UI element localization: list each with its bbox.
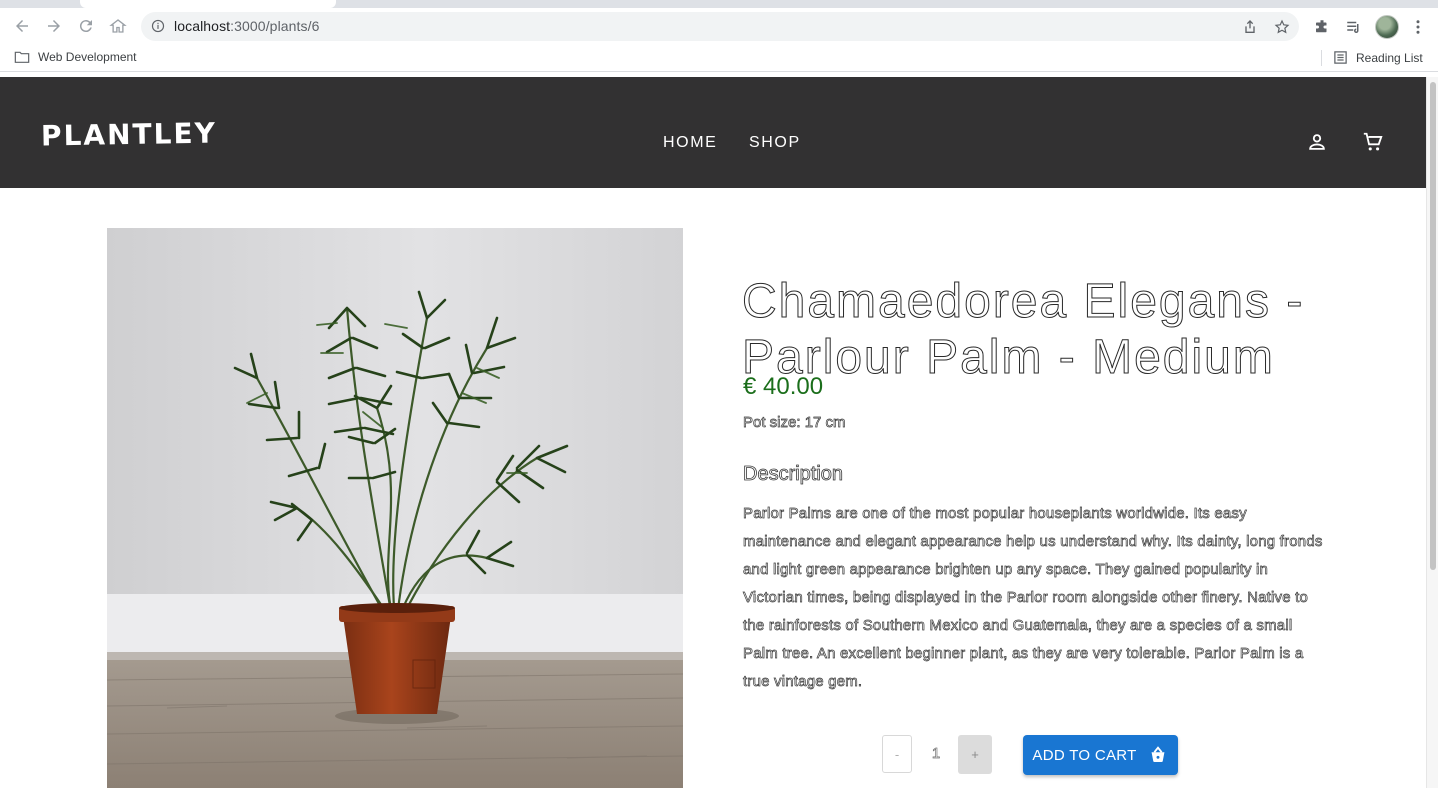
- avatar[interactable]: [1375, 15, 1399, 39]
- reading-list-label: Reading List: [1356, 50, 1423, 65]
- product-image: [107, 228, 683, 788]
- url-host: localhost: [174, 18, 231, 34]
- home-icon[interactable]: [106, 16, 130, 36]
- reading-list-icon: [1334, 51, 1347, 64]
- bookmarks-bar: Web Development Reading List: [0, 45, 1438, 72]
- product-price: € 40.00: [743, 373, 824, 400]
- nav-shop-link[interactable]: SHOP: [749, 134, 801, 152]
- bookmarks-divider: [1321, 50, 1322, 66]
- reload-icon[interactable]: [74, 16, 98, 36]
- back-icon[interactable]: [10, 16, 34, 36]
- quantity-decrease-button[interactable]: -: [882, 735, 912, 773]
- reading-list-button[interactable]: Reading List: [1333, 50, 1423, 65]
- account-icon[interactable]: [1306, 131, 1328, 153]
- nav-home-link[interactable]: HOME: [663, 134, 717, 152]
- info-icon[interactable]: [151, 19, 165, 33]
- star-icon[interactable]: [1274, 19, 1290, 35]
- site-logo[interactable]: PLANTLEY: [41, 116, 217, 152]
- media-icon[interactable]: [1345, 18, 1363, 36]
- folder-icon: [14, 51, 30, 63]
- quantity-value: 1: [931, 745, 941, 763]
- scrollbar-thumb[interactable]: [1430, 82, 1436, 570]
- quantity-increase-button[interactable]: +: [958, 735, 992, 774]
- cart-icon[interactable]: [1362, 131, 1384, 153]
- page-viewport: PLANTLEY HOME SHOP Chamaedorea Elegans -…: [0, 77, 1426, 788]
- browser-toolbar: localhost:3000/plants/6: [0, 8, 1438, 45]
- product-title: Chamaedorea Elegans - Parlour Palm - Med…: [742, 275, 1305, 385]
- url-path: :3000/plants/6: [230, 18, 320, 34]
- url-text[interactable]: localhost:3000/plants/6: [174, 18, 320, 34]
- pot-size: Pot size: 17 cm: [743, 414, 846, 432]
- bookmark-folder[interactable]: Web Development: [14, 50, 137, 64]
- tab-strip: [0, 0, 1438, 8]
- menu-icon[interactable]: [1409, 18, 1427, 36]
- active-tab[interactable]: [80, 0, 336, 8]
- site-header: PLANTLEY HOME SHOP: [0, 77, 1426, 188]
- share-icon[interactable]: [1242, 19, 1258, 35]
- page-scrollbar[interactable]: [1426, 77, 1438, 788]
- forward-icon[interactable]: [42, 16, 66, 36]
- add-to-cart-button[interactable]: ADD TO CART: [1023, 735, 1178, 775]
- basket-icon: [1151, 746, 1164, 763]
- product-description: Parlor Palms are one of the most popular…: [743, 505, 1323, 691]
- add-to-cart-label: ADD TO CART: [1032, 746, 1137, 764]
- address-bar[interactable]: localhost:3000/plants/6: [141, 12, 1299, 41]
- bookmark-folder-label: Web Development: [38, 50, 137, 64]
- extensions-icon[interactable]: [1313, 18, 1331, 36]
- description-heading: Description: [743, 463, 844, 486]
